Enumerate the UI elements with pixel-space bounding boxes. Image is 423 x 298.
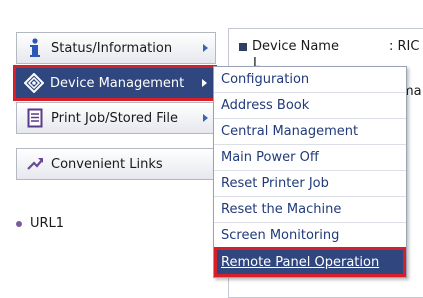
nav-convenient-links[interactable]: Convenient Links bbox=[16, 148, 216, 180]
nav-status-information[interactable]: Status/Information bbox=[16, 32, 216, 64]
menu-item-address-book[interactable]: Address Book bbox=[214, 93, 406, 119]
square-bullet-icon bbox=[239, 42, 247, 51]
nav-status-label: Status/Information bbox=[51, 40, 173, 56]
nav-device-label: Device Management bbox=[50, 75, 185, 91]
device-name-row: Device Name bbox=[239, 39, 339, 54]
chevron-right-icon bbox=[203, 114, 208, 122]
menu-item-remote-panel-operation[interactable]: Remote Panel Operation bbox=[214, 247, 406, 277]
menu-item-main-power-off[interactable]: Main Power Off bbox=[214, 145, 406, 171]
nav-links-label: Convenient Links bbox=[51, 156, 163, 172]
menu-item-reset-printer-job[interactable]: Reset Printer Job bbox=[214, 171, 406, 197]
nav-print-label: Print Job/Stored File bbox=[51, 110, 178, 126]
bullet-icon bbox=[16, 220, 22, 227]
chevron-right-icon bbox=[202, 79, 207, 87]
device-management-submenu: Configuration Address Book Central Manag… bbox=[213, 66, 407, 278]
document-icon bbox=[25, 108, 45, 128]
link-arrow-icon bbox=[25, 154, 45, 174]
device-management-icon bbox=[24, 73, 44, 93]
url-label: URL1 bbox=[30, 216, 65, 231]
menu-item-screen-monitoring[interactable]: Screen Monitoring bbox=[214, 223, 406, 249]
device-name-value: : RIC bbox=[389, 39, 420, 54]
menu-item-reset-the-machine[interactable]: Reset the Machine bbox=[214, 197, 406, 223]
nav-device-management[interactable]: Device Management bbox=[13, 65, 217, 101]
chevron-right-icon bbox=[203, 44, 208, 52]
nav-print-job-stored-file[interactable]: Print Job/Stored File bbox=[16, 102, 216, 134]
device-name-label: Device Name bbox=[252, 39, 339, 54]
menu-item-central-management[interactable]: Central Management bbox=[214, 119, 406, 145]
info-icon bbox=[25, 38, 45, 58]
url-link[interactable]: URL1 bbox=[16, 216, 64, 231]
menu-item-configuration[interactable]: Configuration bbox=[214, 67, 406, 93]
